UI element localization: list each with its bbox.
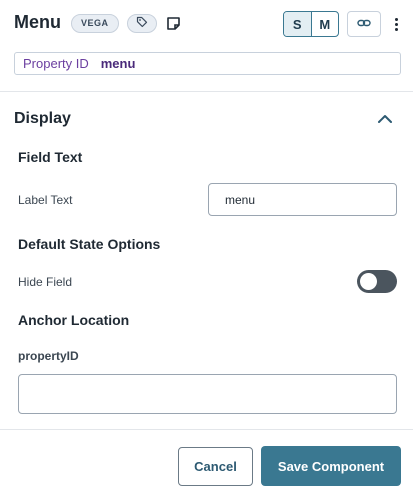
- field-text-heading: Field Text: [18, 149, 83, 165]
- vega-badge: VEGA: [71, 14, 119, 33]
- property-id-field: Property ID menu: [14, 52, 401, 75]
- hide-field-label: Hide Field: [18, 275, 73, 289]
- property-id-label: Property ID: [23, 56, 89, 71]
- note-icon[interactable]: [165, 15, 181, 31]
- anchor-location-heading: Anchor Location: [18, 312, 130, 328]
- toggle-knob: [360, 273, 377, 290]
- component-title: Menu: [14, 12, 61, 32]
- property-id-anchor-label: propertyID: [18, 349, 79, 363]
- size-s-button[interactable]: S: [284, 12, 312, 36]
- property-id-value: menu: [100, 56, 136, 71]
- tag-icon: [136, 15, 148, 33]
- label-text-label: Label Text: [18, 193, 73, 207]
- anchor-property-input[interactable]: [18, 374, 397, 414]
- save-component-button[interactable]: Save Component: [261, 446, 401, 486]
- link-icon: [357, 15, 371, 33]
- size-toggle: S M: [283, 11, 339, 37]
- display-section-header[interactable]: Display: [14, 110, 71, 128]
- cancel-button[interactable]: Cancel: [178, 447, 253, 486]
- tag-button[interactable]: [127, 14, 157, 33]
- component-editor-panel: Menu VEGA S M Property ID menu Display F…: [0, 0, 413, 498]
- chevron-up-icon[interactable]: [376, 110, 394, 128]
- link-button[interactable]: [347, 11, 381, 37]
- hide-field-toggle[interactable]: [357, 270, 397, 293]
- editor-header: Menu VEGA S M Property ID menu: [0, 0, 413, 92]
- label-text-input[interactable]: [208, 183, 397, 216]
- kebab-menu-icon[interactable]: [389, 11, 403, 37]
- size-m-button[interactable]: M: [312, 12, 339, 36]
- default-state-heading: Default State Options: [18, 236, 161, 252]
